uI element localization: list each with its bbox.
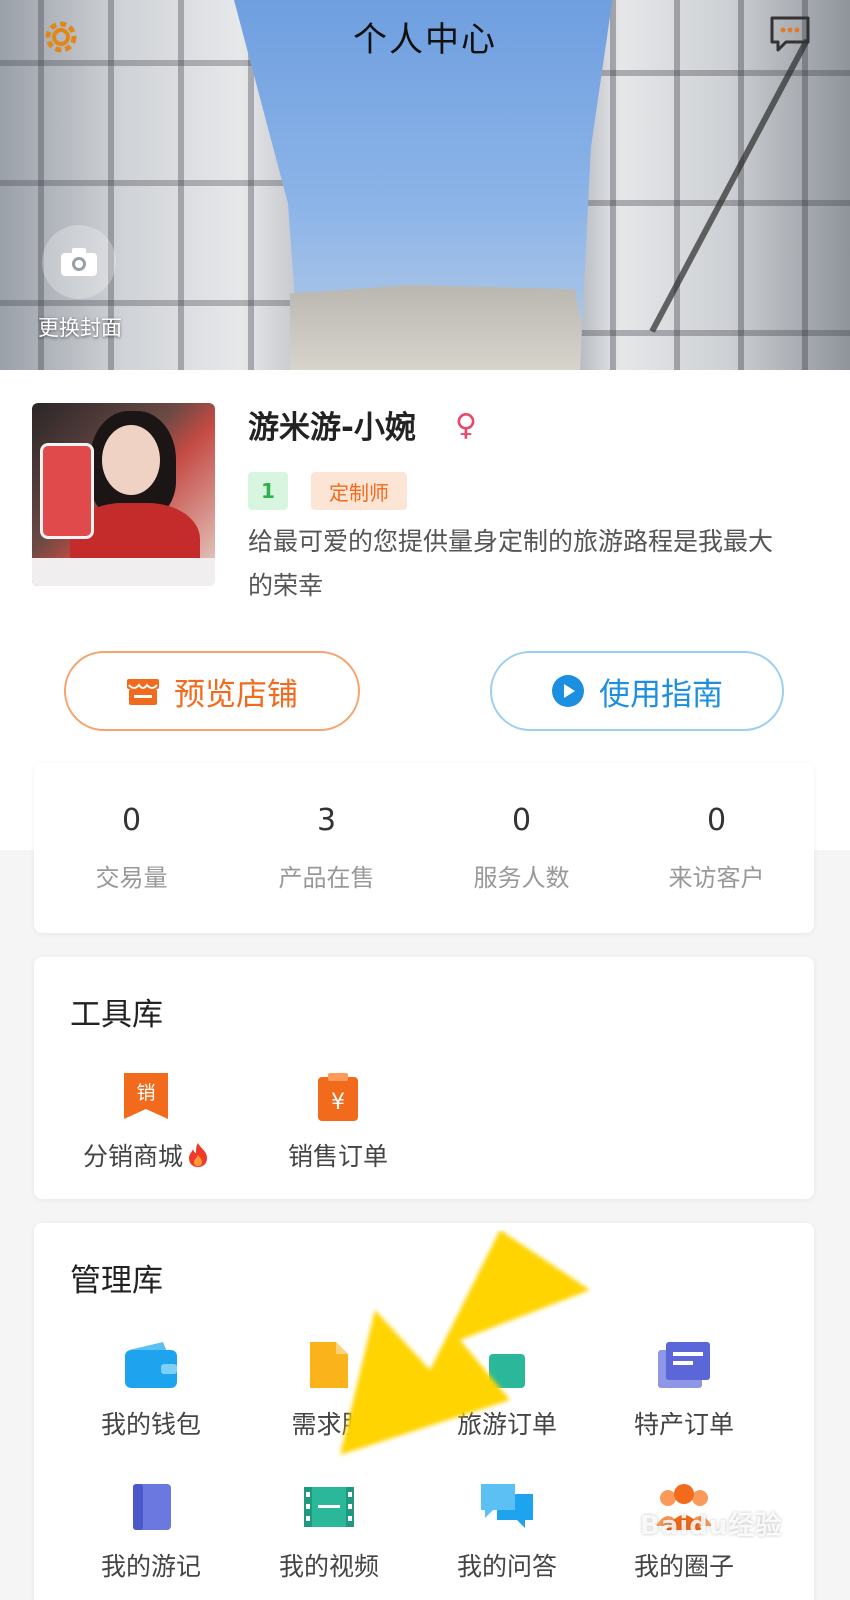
stat-label: 服务人数 <box>473 864 570 892</box>
camera-icon <box>61 248 97 276</box>
user-bio: 给最可爱的您提供量身定制的旅游路程是我最大的荣幸 <box>248 527 774 600</box>
item-label: 销售订单 <box>287 1142 388 1171</box>
stat-transactions[interactable]: 0 交易量 <box>34 763 229 933</box>
change-cover-label[interactable]: 更换封面 <box>0 312 160 342</box>
my-travelogue-item[interactable]: 我的游记 <box>61 1479 241 1583</box>
stacked-list-icon <box>656 1337 712 1393</box>
baidu-watermark: Baidu经验 <box>640 1511 783 1541</box>
shop-icon <box>127 679 159 705</box>
notebook-icon <box>123 1479 179 1535</box>
item-label: 我的钱包 <box>100 1410 201 1439</box>
item-label: 我的游记 <box>100 1552 201 1581</box>
level-badge: 1 <box>248 472 288 510</box>
female-icon: ♀ <box>455 408 477 443</box>
avatar[interactable] <box>32 403 215 586</box>
annotation-arrow <box>340 1230 590 1455</box>
stats-card: 0 交易量 3 产品在售 0 服务人数 0 来访客户 <box>34 763 814 933</box>
item-label: 特产订单 <box>633 1410 734 1439</box>
sale-bookmark-icon: 销 <box>118 1069 174 1125</box>
item-label: 我的圈子 <box>633 1552 734 1581</box>
tools-title: 工具库 <box>70 997 163 1033</box>
stat-value: 0 <box>121 803 142 838</box>
stat-value: 0 <box>511 803 532 838</box>
svg-text:销: 销 <box>136 1082 155 1104</box>
item-label: 我的视频 <box>278 1552 379 1581</box>
stat-label: 产品在售 <box>278 864 375 892</box>
item-label: 我的问答 <box>456 1552 557 1581</box>
yuan-clipboard-icon: ¥ <box>310 1069 366 1125</box>
stat-label: 来访客户 <box>668 864 765 892</box>
stat-value: 0 <box>706 803 727 838</box>
stat-value: 3 <box>316 803 337 838</box>
item-label: 分销商城 <box>82 1142 183 1171</box>
gear-icon[interactable] <box>40 16 82 58</box>
svg-text:¥: ¥ <box>331 1090 345 1115</box>
stat-visiting-customers[interactable]: 0 来访客户 <box>619 763 814 933</box>
user-guide-button[interactable]: 使用指南 <box>490 651 784 731</box>
hot-fire-icon <box>189 1143 207 1167</box>
distribution-mall-item[interactable]: 销 分销商城 <box>56 1069 236 1173</box>
wallet-icon <box>123 1337 179 1393</box>
chat-bubble-icon[interactable] <box>768 14 812 54</box>
role-badge: 定制师 <box>311 472 407 510</box>
sales-order-item[interactable]: ¥ 销售订单 <box>248 1069 428 1173</box>
user-name: 游米游-小婉 <box>248 410 416 446</box>
my-wallet-item[interactable]: 我的钱包 <box>61 1337 241 1441</box>
preview-shop-button[interactable]: 预览店铺 <box>64 651 360 731</box>
manage-title: 管理库 <box>70 1263 163 1299</box>
page-title: 个人中心 <box>353 20 497 60</box>
stat-products-on-sale[interactable]: 3 产品在售 <box>229 763 424 933</box>
cover-building-middle <box>290 285 590 370</box>
stat-served-people[interactable]: 0 服务人数 <box>424 763 619 933</box>
tools-card: 工具库 销 分销商城 ¥ 销售订单 <box>34 957 814 1199</box>
preview-shop-label: 预览店铺 <box>174 676 298 713</box>
stat-label: 交易量 <box>95 864 168 892</box>
play-icon <box>552 675 584 707</box>
change-cover-button[interactable] <box>42 225 116 299</box>
user-guide-label: 使用指南 <box>599 676 723 713</box>
